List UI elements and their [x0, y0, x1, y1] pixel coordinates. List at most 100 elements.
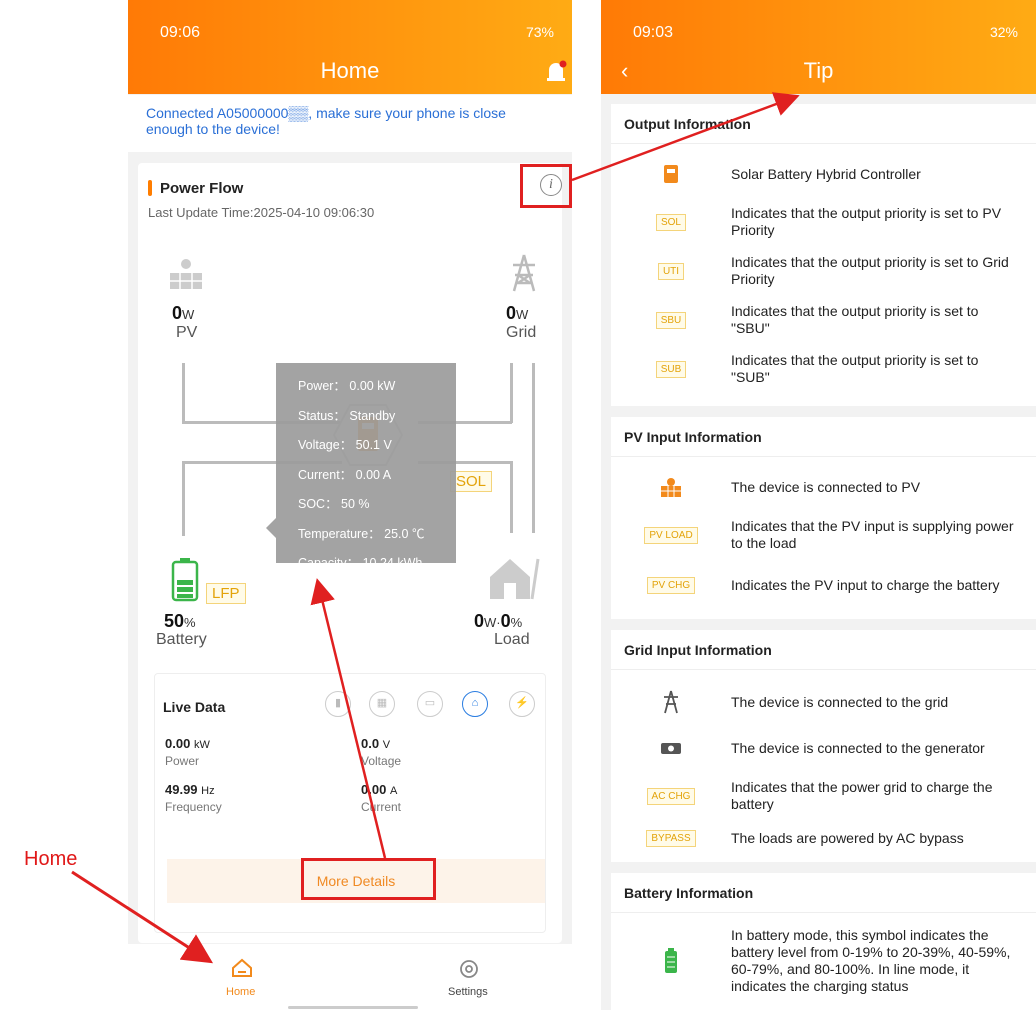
voltage-number: 0.0 — [361, 736, 380, 751]
more-details-highlight-box — [301, 858, 436, 900]
section-title: PV Input Information — [611, 417, 1036, 457]
power-flow-title: Power Flow — [160, 180, 244, 197]
flow-line — [182, 461, 185, 536]
tip-screen: 09:03 32% Tip ‹ Output Information Solar… — [601, 0, 1036, 1010]
list-item: BYPASS The loads are powered by AC bypass — [611, 820, 1036, 856]
sub-tag: SUB — [655, 360, 687, 378]
list-item: The device is connected to PV — [611, 469, 1036, 505]
current-number: 0.00 — [361, 782, 387, 797]
load-percent: 0 — [500, 611, 511, 631]
item-text: The loads are powered by AC bypass — [731, 829, 964, 846]
inverter-tab-icon[interactable]: ▮ — [325, 691, 351, 717]
item-text: Indicates that the output priority is se… — [731, 205, 1002, 238]
sbu-tag: SBU — [655, 311, 687, 329]
back-arrow-icon[interactable]: ‹ — [621, 58, 628, 84]
list-item: SUB Indicates that the output priority is… — [611, 351, 1036, 387]
live-frequency-value: 49.99 Hz — [165, 782, 215, 797]
info-highlight-box — [520, 164, 572, 208]
battery-number: 50 — [164, 611, 185, 631]
annotation-home-label: Home — [24, 848, 78, 870]
item-text: Indicates that the output priority is se… — [731, 303, 979, 336]
item-text: The device is connected to the generator — [731, 739, 985, 756]
item-text: In battery mode, this symbol indicates t… — [731, 927, 1011, 994]
list-item: The device is connected to the grid — [611, 684, 1036, 720]
tab-home[interactable]: Home — [226, 986, 255, 998]
pv-number: 0 — [172, 303, 183, 323]
list-item: In battery mode, this symbol indicates t… — [611, 921, 1036, 1001]
home-tab-icon[interactable]: ⌂ — [462, 691, 488, 717]
load-value: 0W·0% — [474, 611, 522, 632]
page-title: Tip — [803, 58, 834, 83]
alarm-icon[interactable] — [546, 60, 567, 81]
battery-value: 50% — [164, 611, 196, 632]
power-flow-card: Power Flow Last Update Time:2025-04-10 0… — [138, 163, 572, 943]
item-text: Indicates the PV input to charge the bat… — [731, 576, 1000, 593]
list-item: PV LOAD Indicates that the PV input is su… — [611, 517, 1036, 553]
pv-value: 0W — [172, 303, 194, 324]
current-unit: A — [389, 785, 398, 797]
section-title: Grid Input Information — [611, 630, 1036, 670]
header: 09:06 73% Home — [128, 0, 572, 94]
tooltip-capacity: Capacity： 10.24 kWh — [298, 556, 423, 570]
voltage-unit: V — [382, 739, 391, 751]
item-text: Indicates that the output priority is se… — [731, 254, 1009, 287]
home-indicator — [288, 1006, 418, 1009]
item-text: Indicates that the PV input is supplying… — [731, 518, 1014, 551]
battery-info-section: Battery Information In battery mode, thi… — [611, 873, 1036, 1010]
output-info-section: Output Information Solar Battery Hybrid … — [611, 104, 1036, 406]
solar-tab-icon[interactable]: ▦ — [369, 691, 395, 717]
flow-line — [182, 363, 185, 423]
ac-chg-tag: AC CHG — [646, 787, 696, 805]
pv-load-tag: PV LOAD — [644, 526, 698, 544]
home-icon[interactable] — [231, 958, 253, 984]
live-current-value: 0.00 A — [361, 782, 397, 797]
item-text: The device is connected to PV — [731, 478, 921, 495]
sol-tag: SOL — [655, 213, 686, 231]
home-screen: 09:06 73% Home Connected A05000000▒▒, ma… — [128, 0, 572, 1010]
live-data-title: Live Data — [163, 699, 226, 715]
live-frequency-label: Frequency — [165, 800, 222, 814]
tooltip-status: Status： Standby — [298, 408, 396, 423]
list-item: UTI Indicates that the output priority is… — [611, 253, 1036, 289]
grid-unit: W — [516, 307, 529, 322]
live-voltage-value: 0.0 V — [361, 736, 390, 751]
item-text: Indicates that the output priority is se… — [731, 352, 979, 385]
list-item: The device is connected to the generator — [611, 730, 1036, 766]
connection-notice: Connected A05000000▒▒, make sure your ph… — [128, 95, 572, 152]
generator-icon — [661, 743, 681, 754]
load-unit: W — [484, 615, 497, 630]
list-item: AC CHG Indicates that the power grid to c… — [611, 778, 1036, 814]
status-time: 09:06 — [160, 24, 201, 41]
flow-line — [510, 363, 513, 423]
sol-tag: SOL — [450, 471, 493, 492]
live-voltage-label: Voltage — [361, 754, 402, 768]
list-item: SBU Indicates that the output priority is… — [611, 302, 1036, 338]
gear-icon[interactable] — [458, 958, 480, 986]
grid-value: 0W — [506, 303, 528, 324]
tab-settings[interactable]: Settings — [448, 986, 488, 998]
battery-tab-icon[interactable]: ▭ — [417, 691, 443, 717]
grid-tab-icon[interactable]: ⚡ — [509, 691, 535, 717]
flow-line — [532, 363, 535, 533]
grid-tower-icon — [510, 253, 538, 298]
item-text: Solar Battery Hybrid Controller — [731, 165, 921, 182]
live-current-label: Current — [361, 800, 402, 814]
controller-icon — [664, 165, 678, 183]
item-text: Indicates that the power grid to charge … — [731, 779, 993, 812]
section-title: Output Information — [611, 104, 1036, 144]
tooltip-current: Current： 0.00 A — [298, 467, 392, 482]
flow-line — [510, 461, 513, 533]
solar-panel-icon — [661, 478, 681, 497]
pv-unit: W — [182, 307, 195, 322]
grid-label: Grid — [506, 324, 537, 341]
tooltip-power: Power： 0.00 kW — [298, 379, 396, 393]
pv-label: PV — [176, 324, 198, 341]
uti-tag: UTI — [657, 262, 685, 280]
power-number: 0.00 — [165, 736, 191, 751]
status-battery: 73% — [525, 24, 554, 40]
solar-panel-icon — [168, 255, 204, 296]
list-item: SOL Indicates that the output priority is… — [611, 204, 1036, 240]
item-text: The device is connected to the grid — [731, 693, 949, 710]
header: 09:03 32% Tip ‹ — [601, 0, 1036, 94]
load-label: Load — [494, 631, 530, 648]
